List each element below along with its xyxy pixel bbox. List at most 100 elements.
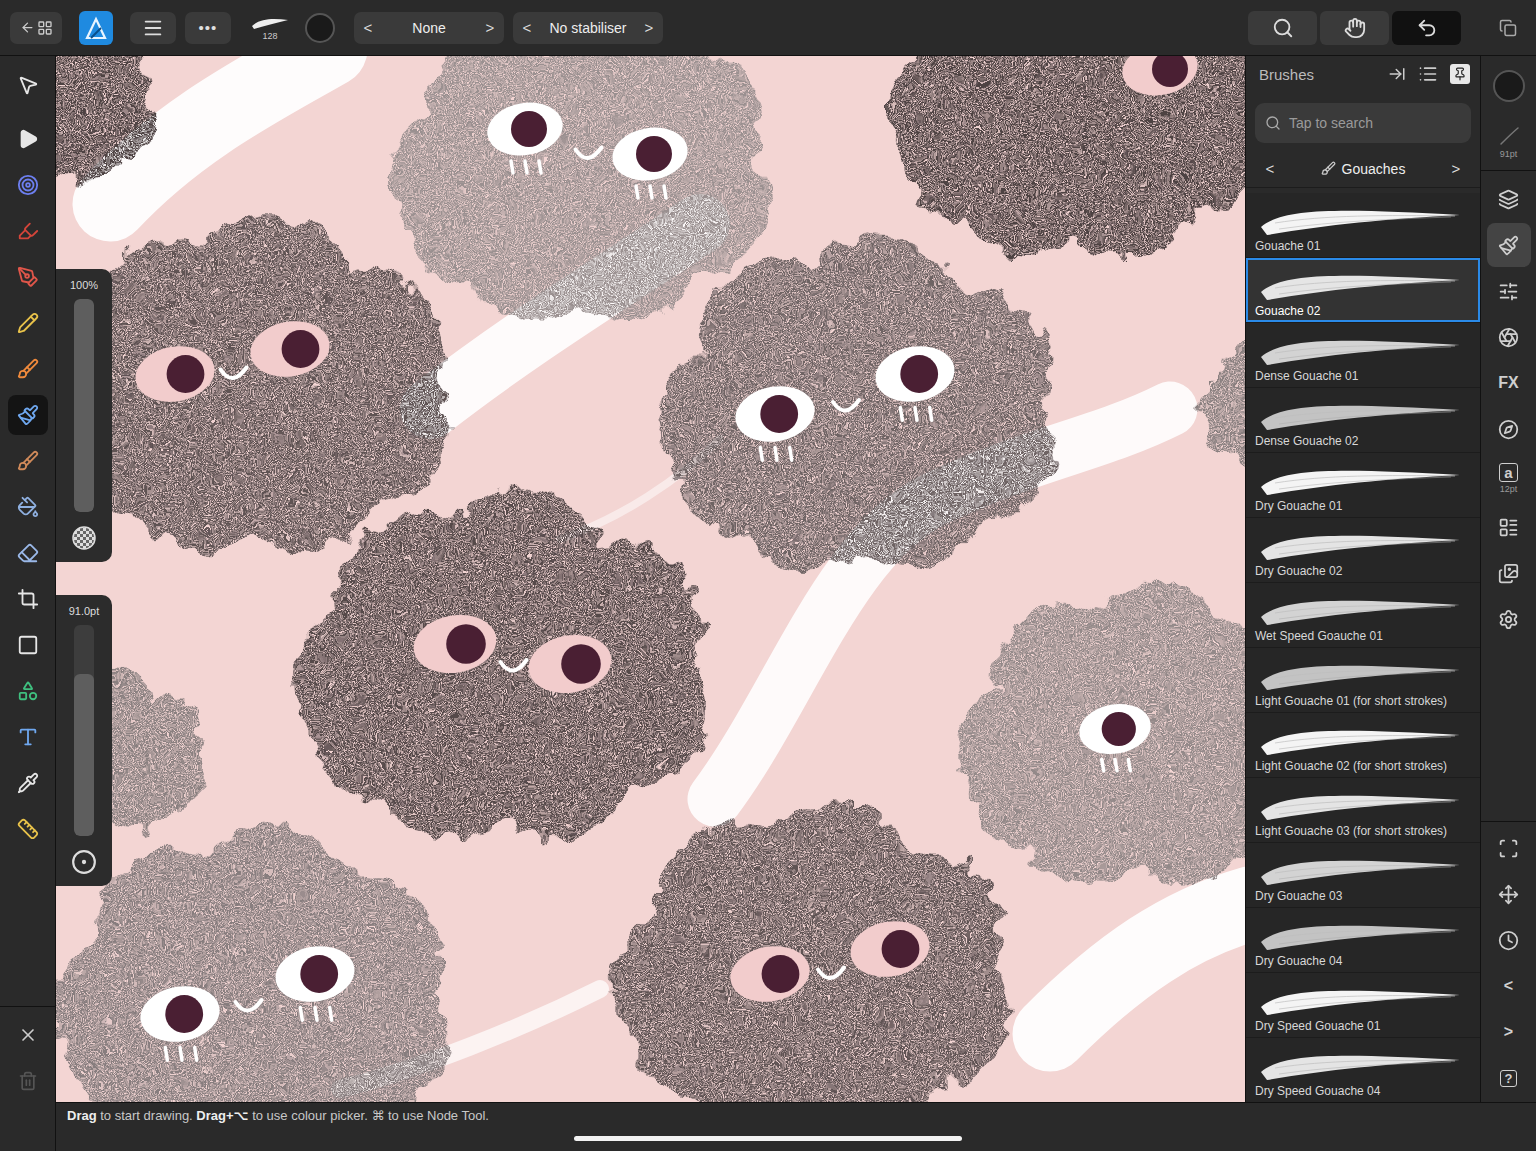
navigator-panel-button[interactable]	[1487, 407, 1531, 451]
brush-preview[interactable]: 128	[248, 15, 292, 41]
pointer-tool[interactable]	[8, 65, 48, 105]
layers-panel-button[interactable]	[1487, 177, 1531, 221]
assets-panel-button[interactable]	[1487, 597, 1531, 641]
home-indicator[interactable]	[574, 1136, 962, 1141]
vector-brush-tool[interactable]	[8, 349, 48, 389]
eraser-tool[interactable]	[8, 533, 48, 573]
brush-item[interactable]: Light Gouache 02 (for short strokes)	[1246, 713, 1480, 778]
pixel-brush-tool[interactable]	[8, 441, 48, 481]
previous-button[interactable]: <	[1487, 964, 1531, 1008]
brush-item[interactable]: Light Gouache 01 (for short strokes)	[1246, 648, 1480, 713]
ruler-tool[interactable]	[8, 809, 48, 849]
canvas[interactable]: 100% 91.0pt	[56, 56, 1245, 1102]
text-styles-icon: a	[1499, 463, 1517, 482]
app-logo-button[interactable]	[71, 12, 121, 44]
fill-tool[interactable]	[8, 487, 48, 527]
pixel-brush-icon	[17, 450, 39, 472]
previous-button[interactable]: <	[354, 19, 382, 36]
cloud	[957, 582, 1245, 884]
brush-item[interactable]: Wet Speed Goauche 01	[1246, 583, 1480, 648]
category-selector[interactable]: <Gouaches>	[1246, 150, 1480, 188]
cloud-eye	[846, 915, 934, 983]
paint-brush-tool[interactable]	[8, 395, 48, 435]
brush-item[interactable]: Gouache 01	[1246, 193, 1480, 258]
slider-track[interactable]	[74, 299, 94, 512]
brush-item[interactable]: Dry Gouache 01	[1246, 453, 1480, 518]
text-tool[interactable]	[8, 717, 48, 757]
move-button[interactable]	[1487, 872, 1531, 916]
cloud-smile	[818, 968, 844, 979]
crop-tool[interactable]	[8, 579, 48, 619]
cloud	[56, 56, 155, 181]
text-styles-panel-button[interactable]: a12pt	[1487, 453, 1531, 503]
brush-stroke-icon	[1255, 788, 1465, 824]
shape-tool[interactable]	[8, 671, 48, 711]
brush-width-button[interactable]: 91pt	[1487, 122, 1531, 162]
swatches-panel-button[interactable]	[1487, 505, 1531, 549]
cloud-eye	[726, 940, 814, 1008]
node-tool[interactable]	[8, 119, 48, 159]
brush-item[interactable]: Dry Speed Gouache 04	[1246, 1038, 1480, 1102]
next-button[interactable]: >	[1487, 1010, 1531, 1054]
brush-stroke-icon	[1255, 398, 1465, 434]
view-mode-button[interactable]	[1480, 19, 1536, 37]
stock-panel-button[interactable]	[1487, 551, 1531, 595]
collapse-icon[interactable]	[1388, 65, 1406, 83]
hand-button[interactable]	[1320, 11, 1389, 45]
help-button[interactable]: ?	[1487, 1056, 1531, 1100]
delete-button[interactable]	[8, 1061, 48, 1101]
adjustments-panel-button[interactable]	[1487, 269, 1531, 313]
effects-panel-button[interactable]	[1487, 315, 1531, 359]
brush-item[interactable]: Dry Gouache 04	[1246, 908, 1480, 973]
status-bar: Drag to start drawing. Drag+⌥ to use col…	[56, 1102, 1536, 1151]
brush-item[interactable]: Dense Gouache 02	[1246, 388, 1480, 453]
brush-item[interactable]: Gouache 02	[1246, 258, 1480, 323]
pencil-icon	[17, 312, 39, 334]
brush-item[interactable]: Dry Gouache 03	[1246, 843, 1480, 908]
fx-panel-button[interactable]: FX	[1487, 361, 1531, 405]
colour-well[interactable]	[305, 13, 335, 43]
colour-picker-tool[interactable]	[8, 763, 48, 803]
brush-item[interactable]: Dry Gouache 02	[1246, 518, 1480, 583]
canvas-artwork[interactable]	[56, 56, 1245, 1102]
cloud	[56, 216, 450, 550]
layers-icon	[1498, 189, 1519, 210]
menu-button[interactable]	[130, 12, 176, 44]
highlighter-tool[interactable]	[8, 211, 48, 251]
transform-button[interactable]	[1487, 826, 1531, 870]
next-button[interactable]: >	[635, 19, 663, 36]
close-button[interactable]	[8, 1015, 48, 1055]
opacity-button[interactable]	[70, 524, 98, 552]
blend-mode-selector[interactable]: <None>	[354, 12, 504, 44]
back-home-button[interactable]	[10, 12, 62, 44]
stabiliser-selector[interactable]: <No stabiliser>	[513, 12, 663, 44]
pin-button[interactable]	[1450, 64, 1470, 84]
list-icon[interactable]	[1418, 64, 1438, 84]
undo-button[interactable]	[1392, 11, 1461, 45]
pen-tool[interactable]	[8, 257, 48, 297]
pencil-tool[interactable]	[8, 303, 48, 343]
rectangle-tool[interactable]	[8, 625, 48, 665]
more-button[interactable]: •••	[185, 12, 231, 44]
target-tool[interactable]	[8, 165, 48, 205]
brushes-panel-button[interactable]	[1487, 223, 1531, 267]
brush-item[interactable]: Dry Speed Gouache 01	[1246, 973, 1480, 1038]
history-button[interactable]	[1487, 918, 1531, 962]
opacity-slider[interactable]: 100%	[56, 269, 112, 562]
next-category[interactable]: >	[1442, 160, 1470, 177]
app-window: •••128<None><No stabiliser>100%91.0ptBru…	[0, 0, 1536, 1151]
paint-brush-icon	[17, 404, 39, 426]
size-button[interactable]	[70, 848, 98, 876]
zoom-button[interactable]	[1248, 11, 1317, 45]
previous-category[interactable]: <	[1256, 160, 1284, 177]
brush-item[interactable]: Light Gouache 03 (for short strokes)	[1246, 778, 1480, 843]
search-field[interactable]: Tap to search	[1255, 103, 1471, 143]
size-slider[interactable]: 91.0pt	[56, 595, 112, 886]
slider-track[interactable]	[74, 625, 94, 836]
shape-icon	[17, 680, 39, 702]
colour-button[interactable]	[1493, 70, 1525, 102]
brush-item[interactable]: Dense Gouache 01	[1246, 323, 1480, 388]
next-button[interactable]: >	[476, 19, 504, 36]
navigator-icon	[1498, 419, 1519, 440]
previous-button[interactable]: <	[513, 19, 541, 36]
